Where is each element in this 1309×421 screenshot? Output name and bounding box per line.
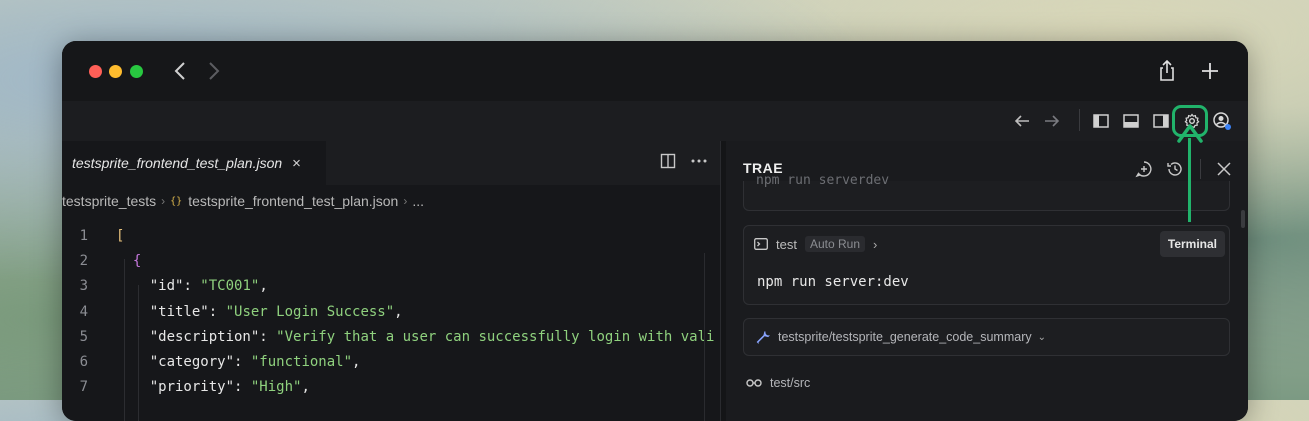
sidebar-left-icon: [1093, 114, 1109, 128]
code-line: 4 "title": "User Login Success",: [62, 299, 720, 324]
back-button[interactable]: [168, 58, 192, 84]
plus-icon: [1202, 63, 1218, 79]
chevron-right-icon: ›: [873, 236, 878, 252]
terminal-command: npm run server:dev: [757, 274, 909, 290]
toggle-left-sidebar-button[interactable]: [1089, 109, 1113, 133]
source-path: test/src: [770, 376, 811, 390]
tab-close-icon[interactable]: ×: [292, 155, 301, 172]
auto-run-badge: Auto Run: [804, 236, 866, 252]
arrow-right-icon: [1045, 115, 1060, 127]
chevron-right-icon: ›: [403, 194, 408, 208]
tool-call-label: testsprite/testsprite_generate_code_summ…: [778, 330, 1032, 344]
json-key: "title": [149, 303, 209, 320]
nav-back-button[interactable]: [1010, 109, 1034, 133]
json-value: "High": [250, 379, 302, 396]
history-icon: [1167, 162, 1182, 176]
json-value: "TC001": [200, 278, 260, 295]
glasses-icon: [746, 379, 762, 387]
close-panel-button[interactable]: [1213, 158, 1235, 180]
code-line: 1[: [62, 223, 720, 248]
code-line: 2 {: [62, 248, 720, 273]
json-file-icon: {}: [170, 195, 183, 207]
arrow-left-icon: [1014, 115, 1029, 127]
json-key: "priority": [149, 379, 235, 396]
editor-scrollbar[interactable]: [704, 253, 705, 421]
terminal-name: test: [776, 236, 797, 252]
tool-call-card[interactable]: testsprite/testsprite_generate_code_summ…: [743, 318, 1230, 356]
maximize-window-button[interactable]: [130, 65, 143, 78]
sidebar-right-icon: [1153, 114, 1169, 128]
json-value: "Verify that a user can successfully log…: [276, 328, 715, 345]
code-line: 7 "priority": "High",: [62, 375, 720, 400]
code-view[interactable]: 1[ 2 { 3 "id": "TC001", 4 "title": "User…: [62, 223, 720, 400]
line-number: 2: [79, 252, 88, 269]
line-number: 5: [79, 328, 88, 345]
ai-chat-panel: TRAE npm run serverdev test Auto Run › T…: [726, 141, 1248, 421]
nav-forward-button[interactable]: [1040, 109, 1064, 133]
share-icon: [1160, 60, 1174, 81]
breadcrumb-folder[interactable]: testsprite_tests: [62, 193, 156, 209]
code-line: 6 "category": "functional",: [62, 349, 720, 374]
tab-label: testsprite_frontend_test_plan.json: [72, 155, 283, 171]
app-window: testsprite_frontend_test_plan.json × tes…: [62, 41, 1248, 421]
toolbar-divider: [1079, 109, 1080, 131]
previous-terminal-card: npm run serverdev: [743, 173, 1230, 211]
panel-scrollbar[interactable]: [1241, 210, 1245, 228]
line-number: 4: [79, 303, 88, 320]
title-bar: [62, 41, 1248, 101]
more-actions-icon[interactable]: [690, 153, 708, 169]
chevron-right-icon: [209, 62, 220, 80]
json-key: "id": [149, 278, 184, 295]
previous-command: npm run serverdev: [756, 173, 890, 188]
open-terminal-button[interactable]: Terminal: [1159, 231, 1225, 257]
json-key: "description": [149, 328, 260, 345]
terminal-header[interactable]: test Auto Run ›: [754, 236, 877, 252]
tab-test-plan-json[interactable]: testsprite_frontend_test_plan.json ×: [62, 141, 326, 187]
terminal-card: test Auto Run › Terminal npm run server:…: [743, 225, 1230, 305]
top-toolbar: [62, 101, 1248, 141]
forward-button[interactable]: [202, 58, 226, 84]
chevron-right-icon: ›: [161, 194, 166, 208]
breadcrumb-more[interactable]: ...: [412, 193, 424, 209]
split-editor-icon[interactable]: [660, 153, 676, 169]
json-key: "category": [149, 354, 235, 371]
breadcrumb-file[interactable]: testsprite_frontend_test_plan.json: [188, 193, 398, 209]
new-tab-button[interactable]: [1197, 58, 1223, 84]
line-number: 7: [79, 379, 88, 396]
editor-actions: [660, 153, 708, 169]
editor-area: testsprite_frontend_test_plan.json × tes…: [62, 141, 721, 421]
wrench-icon: [756, 331, 770, 344]
history-button[interactable]: [1164, 158, 1186, 180]
close-window-button[interactable]: [89, 65, 102, 78]
line-number: 6: [79, 354, 88, 371]
chevron-down-icon: ⌄: [1037, 331, 1046, 343]
line-number: 1: [79, 227, 88, 244]
code-line: 5 "description": "Verify that a user can…: [62, 324, 720, 349]
close-icon: [1217, 162, 1231, 176]
arrow-up-icon: [1177, 124, 1203, 143]
json-value: "User Login Success": [225, 303, 395, 320]
chevron-left-icon: [174, 62, 185, 80]
chat-plus-icon: [1135, 161, 1152, 178]
line-number: 3: [79, 278, 88, 295]
new-chat-button[interactable]: [1133, 158, 1155, 180]
json-value: "functional": [250, 354, 353, 371]
toggle-right-sidebar-button[interactable]: [1149, 109, 1173, 133]
account-button[interactable]: [1210, 109, 1234, 133]
user-avatar-icon: [1213, 112, 1231, 130]
source-reference[interactable]: test/src: [746, 376, 810, 390]
panel-divider: [1200, 159, 1201, 179]
share-button[interactable]: [1154, 58, 1180, 84]
annotation-arrow: [1188, 138, 1191, 222]
minimize-window-button[interactable]: [109, 65, 122, 78]
breadcrumb: testsprite_tests › {} testsprite_fronten…: [62, 189, 424, 213]
toggle-bottom-panel-button[interactable]: [1119, 109, 1143, 133]
panel-bottom-icon: [1123, 114, 1139, 128]
code-line: 3 "id": "TC001",: [62, 274, 720, 299]
terminal-icon: [754, 238, 768, 250]
